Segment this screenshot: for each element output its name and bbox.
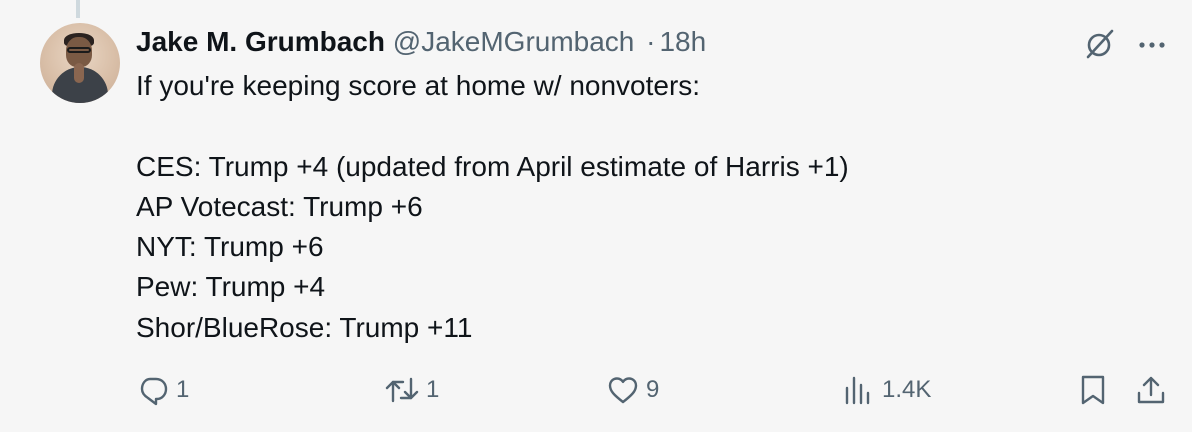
repost-icon: [384, 373, 420, 407]
tweet-text-line: NYT: Trump +6: [136, 231, 324, 263]
share-button[interactable]: [1134, 368, 1168, 412]
tweet-text: If you're keeping score at home w/ nonvo…: [136, 66, 1096, 348]
tweet-card[interactable]: Jake M. Grumbach @JakeMGrumbach · 18h If …: [0, 0, 1192, 432]
author-handle[interactable]: @JakeMGrumbach: [393, 26, 635, 57]
tweet-text-line: If you're keeping score at home w/ nonvo…: [136, 70, 701, 101]
grok-icon[interactable]: [1082, 26, 1118, 62]
repost-count: 1: [426, 376, 440, 403]
tweet-timestamp[interactable]: 18h: [659, 26, 706, 57]
repost-button[interactable]: 1: [384, 368, 439, 412]
tweet-text-line: Shor/BlueRose: Trump +11: [136, 311, 473, 343]
tweet-text-blank-line: [136, 106, 1096, 146]
avatar[interactable]: [40, 23, 120, 103]
share-icon: [1134, 373, 1168, 407]
tweet-text-line: CES: Trump +4 (updated from April estima…: [136, 150, 849, 182]
views-button[interactable]: 1.4K: [842, 368, 931, 412]
tweet-text-line: Pew: Trump +4: [136, 271, 326, 303]
tweet-text-line: AP Votecast: Trump +6: [136, 190, 423, 222]
like-count: 9: [646, 376, 660, 403]
reply-count: 1: [176, 376, 190, 403]
bookmark-icon: [1076, 373, 1110, 407]
reply-button[interactable]: 1: [136, 368, 189, 412]
views-icon: [842, 373, 876, 407]
more-icon[interactable]: [1134, 26, 1170, 62]
thread-connector-line: [76, 0, 80, 18]
like-button[interactable]: 9: [606, 368, 659, 412]
header-separator: ·: [646, 26, 656, 57]
tweet-action-bar: 1 1 9 1.4K: [0, 368, 1192, 412]
bookmark-button[interactable]: [1076, 368, 1110, 412]
tweet-header: Jake M. Grumbach @JakeMGrumbach · 18h: [136, 22, 706, 62]
reply-icon: [136, 373, 170, 407]
heart-icon: [606, 373, 640, 407]
views-count: 1.4K: [882, 376, 932, 403]
author-name[interactable]: Jake M. Grumbach: [136, 26, 385, 57]
